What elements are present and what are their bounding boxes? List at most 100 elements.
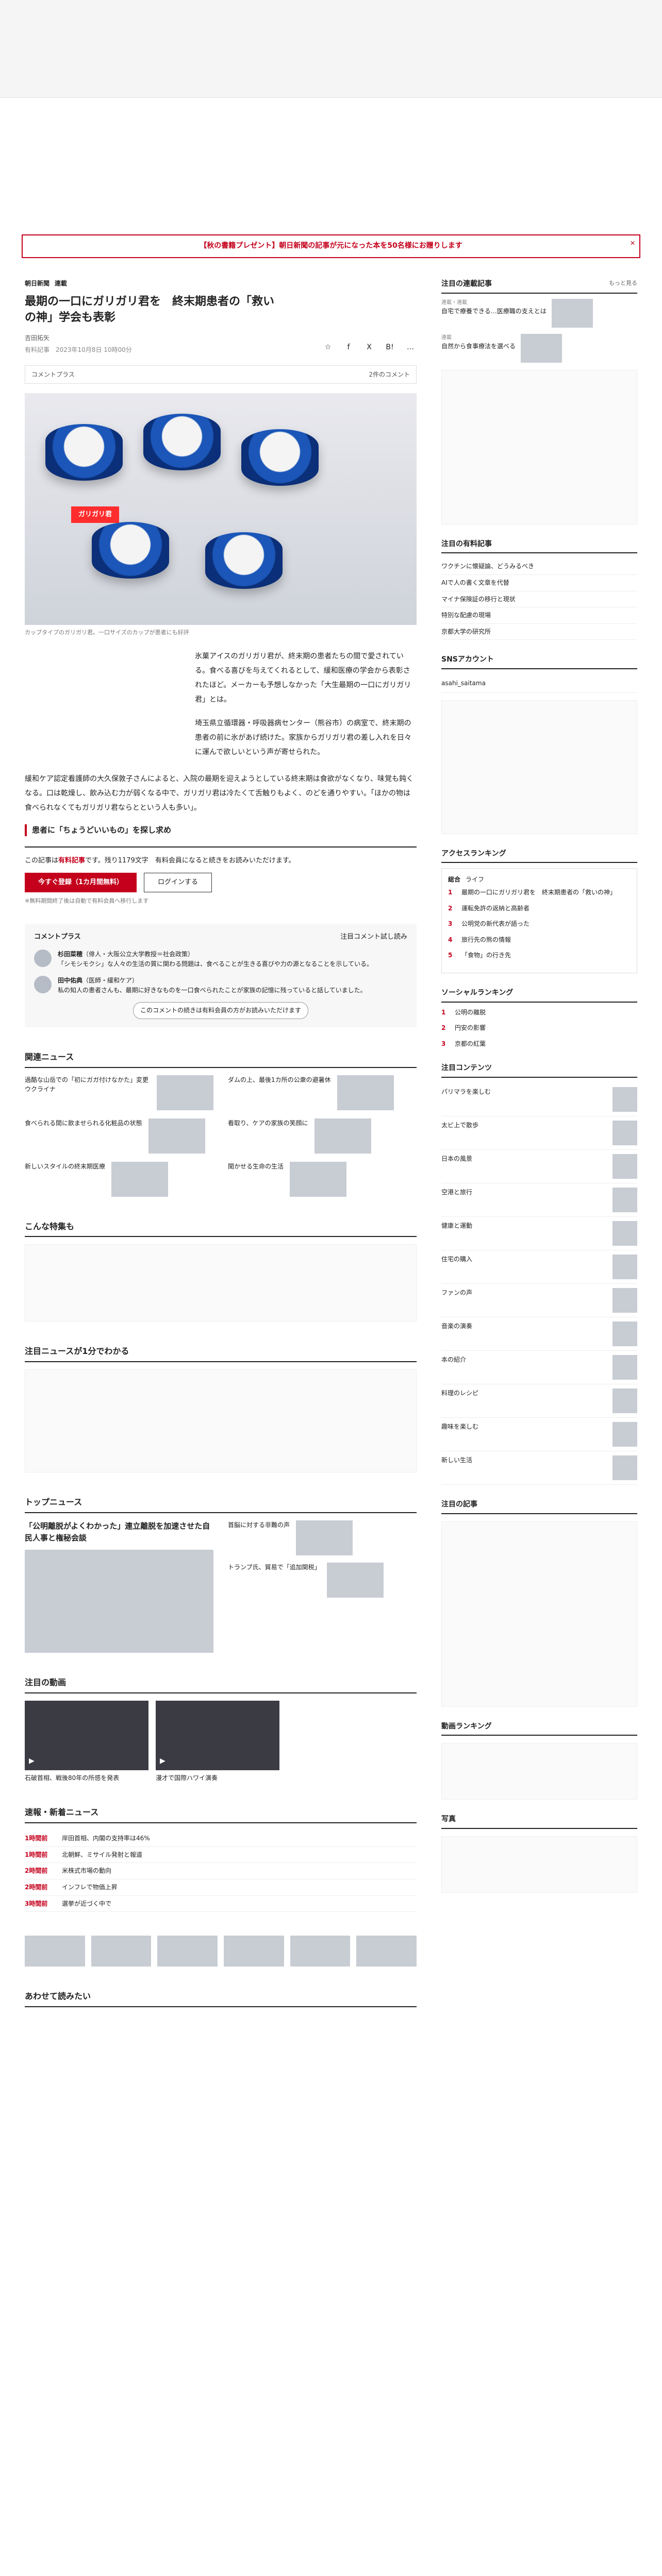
sidebar-heading: 注目コンテンツ (441, 1063, 637, 1078)
video-thumbnail (156, 1700, 279, 1770)
ad-slot[interactable] (441, 700, 637, 834)
ad-slot[interactable] (441, 1521, 637, 1707)
news-card[interactable]: 「公明離脱がよくわかった」連立離脱を加速させた自民人事と権秘会談 (25, 1520, 213, 1653)
ad-slot[interactable] (441, 369, 637, 524)
news-line[interactable]: 3時間前 選挙が近づく中で (25, 1896, 417, 1912)
login-button[interactable]: ログインする (144, 872, 212, 892)
video-thumbnail (25, 1700, 148, 1770)
list-item[interactable]: マイナ保険証の移行と現状 (441, 591, 637, 608)
video-section: 注目の動画 石破首相、戦後80年の所感を発表 漫才で国際ハワイ演奏 (25, 1676, 417, 1783)
comment-more-link[interactable]: 注目コメント試し読み (340, 932, 407, 942)
news-line[interactable]: 1時間前 北朝鮮、ミサイル発射と報道 (25, 1847, 417, 1863)
thumb-card[interactable] (290, 1936, 351, 1967)
news-card[interactable]: 首脳に対する非難の声 (228, 1520, 417, 1556)
thumbnail (148, 1118, 205, 1154)
thumb-card[interactable] (356, 1936, 417, 1967)
thumb-card[interactable] (157, 1936, 218, 1967)
list-item[interactable]: ワクチンに懐疑論、どうみるべき (441, 558, 637, 575)
news-line[interactable]: 2時間前 米株式市場の動向 (25, 1863, 417, 1880)
sidebar-heading: アクセスランキング (441, 849, 637, 863)
article-photo[interactable]: ガリガリ君 (25, 393, 417, 625)
content-item[interactable]: 空港と旅行 (441, 1183, 637, 1217)
breadcrumb-item[interactable]: 朝日新聞 (25, 280, 49, 287)
main-column: 朝日新聞 連載 最期の一口にガリガリ君を 終末期患者の「救いの神」学会も表彰 吉… (25, 279, 417, 2045)
avatar (34, 976, 52, 994)
news-card[interactable]: ダムの上、最後1カ所の公衆の避暑休 (228, 1075, 417, 1110)
thumbnail (25, 1550, 213, 1653)
rank-item[interactable]: 2 運転免許の返納と高齢者 (448, 904, 631, 913)
rank-item[interactable]: 2 円安の影響 (441, 1023, 637, 1033)
tab-overall[interactable]: 総合 (448, 875, 460, 885)
news-card[interactable]: 過酷な山岳での「初にガガ付けなかた」変更ウクライナ (25, 1075, 213, 1110)
digest-panel[interactable] (25, 1369, 417, 1473)
content-item[interactable]: 料理のレシピ (441, 1384, 637, 1418)
breadcrumb-item[interactable]: 連載 (55, 280, 67, 287)
promo-banner[interactable]: 【秋の書籍プレゼント】朝日新聞の記事が元になった本を50名様にお贈りします ✕ (22, 234, 640, 258)
video-ranking[interactable] (441, 1743, 637, 1800)
sidebar-heading: 注目の連載記事 もっと見る (441, 279, 637, 294)
photo-gallery[interactable] (441, 1836, 637, 1893)
ice-cup-image (143, 414, 221, 471)
list-item[interactable]: 特別な配慮の現場 (441, 607, 637, 624)
breaking-news: 速報・新着ニュース 1時間前 岸田首相、内閣の支持率は46% 1時間前 北朝鮮、ミサ… (25, 1806, 417, 1912)
ice-cup-image (205, 532, 283, 589)
content-item[interactable]: 本の紹介 (441, 1351, 637, 1385)
more-link[interactable]: もっと見る (609, 279, 637, 290)
thumb-card[interactable] (91, 1936, 152, 1967)
content-item[interactable]: 趣味を楽しむ (441, 1418, 637, 1452)
content-item[interactable]: 音楽の演奏 (441, 1317, 637, 1351)
content-item[interactable]: 新しい生活 (441, 1451, 637, 1485)
content-item[interactable]: ファンの声 (441, 1284, 637, 1318)
rank-item[interactable]: 3 京都の紅葉 (441, 1039, 637, 1049)
subscribe-button[interactable]: 今すぐ登録（1カ月間無料） (25, 872, 137, 892)
paywall-message: この記事は有料記事です。残り1179文字 有料会員になると続きをお読みいただけま… (25, 857, 295, 865)
access-ranking: 総合 ライフ 1 最期の一口にガリガリ君を 終末期患者の「救いの神」 2 運転免許の… (441, 868, 637, 973)
more-icon[interactable]: … (404, 342, 417, 354)
rank-item[interactable]: 4 旅行先の熊の情報 (448, 935, 631, 945)
thumb-card[interactable] (223, 1936, 284, 1967)
site-header (0, 0, 662, 98)
news-card[interactable]: 聞かせる生命の生活 (228, 1161, 417, 1197)
x-icon[interactable]: X (363, 342, 375, 354)
close-icon[interactable]: ✕ (630, 239, 635, 248)
paragraph: 緩和ケア認定看護師の大久保敦子さんによると、入院の最期を迎えようとしている終末期… (25, 775, 414, 812)
facebook-icon[interactable]: f (342, 342, 355, 354)
rank-item[interactable]: 3 公明党の新代表が語った (448, 919, 631, 929)
hatena-icon[interactable]: B! (384, 342, 396, 354)
sns-account[interactable]: asahi_saitama (441, 674, 637, 693)
news-card[interactable]: 食べられる間に飲ませられる化粧品の状態 (25, 1118, 213, 1154)
news-card[interactable]: トランプ氏、貿易で「追加関税」 (228, 1563, 417, 1598)
news-line[interactable]: 1時間前 岸田首相、内閣の支持率は46% (25, 1831, 417, 1847)
sidebar-item[interactable]: 連載 自然から食事療法を選べる (441, 333, 637, 363)
breadcrumb: 朝日新聞 連載 (25, 279, 417, 289)
comment-more-button[interactable]: このコメントの続きは有料会員の方がお読みいただけます (133, 1002, 308, 1019)
news-card[interactable]: 看取り、ケアの家族の笑顔に (228, 1118, 417, 1154)
rank-item[interactable]: 1 公明の離脱 (441, 1008, 637, 1018)
news-line[interactable]: 2時間前 インフレで物価上昇 (25, 1879, 417, 1896)
bookmark-icon[interactable]: ☆ (322, 342, 334, 354)
comment-plus-row[interactable]: コメントプラス 2件のコメント (25, 365, 417, 384)
content-item[interactable]: 太ビ上で散歩 (441, 1116, 637, 1150)
section-heading: 関連ニュース (25, 1051, 417, 1068)
paywall: この記事は有料記事です。残り1179文字 有料会員になると続きをお読みいただけま… (25, 846, 417, 905)
rank-item[interactable]: 1 最期の一口にガリガリ君を 終末期患者の「救いの神」 (448, 888, 631, 897)
ad-slot[interactable] (25, 1244, 417, 1322)
news-card[interactable]: 新しいスタイルの終末期医療 (25, 1161, 213, 1197)
section-heading: あわせて読みたい (25, 1990, 417, 2008)
list-item[interactable]: 京都大学の研究所 (441, 624, 637, 640)
thumbnail (551, 298, 593, 328)
content-item[interactable]: 健康と運動 (441, 1217, 637, 1251)
rank-item[interactable]: 5 「食物」の行き先 (448, 951, 631, 960)
sidebar-item[interactable]: 連載・連載 自宅で療養できる…医療職の支えとは (441, 298, 637, 328)
thumb-card[interactable] (25, 1936, 85, 1967)
top-news: トップニュース 「公明離脱がよくわかった」連立離脱を加速させた自民人事と権秘会談… (25, 1496, 417, 1653)
tab-life[interactable]: ライフ (466, 875, 484, 885)
content-item[interactable]: 住宅の購入 (441, 1250, 637, 1284)
list-item[interactable]: AIで人の書く文章を代替 (441, 575, 637, 591)
video-card[interactable]: 漫才で国際ハワイ演奏 (156, 1700, 279, 1783)
paywall-note: ※無料期間終了後は自動で有料会員へ移行します (25, 897, 149, 904)
sidebar-heading: 動画ランキング (441, 1721, 637, 1736)
video-card[interactable]: 石破首相、戦後80年の所感を発表 (25, 1700, 148, 1783)
content-item[interactable]: 日本の風景 (441, 1150, 637, 1184)
content-item[interactable]: パリマラを楽しむ (441, 1083, 637, 1117)
